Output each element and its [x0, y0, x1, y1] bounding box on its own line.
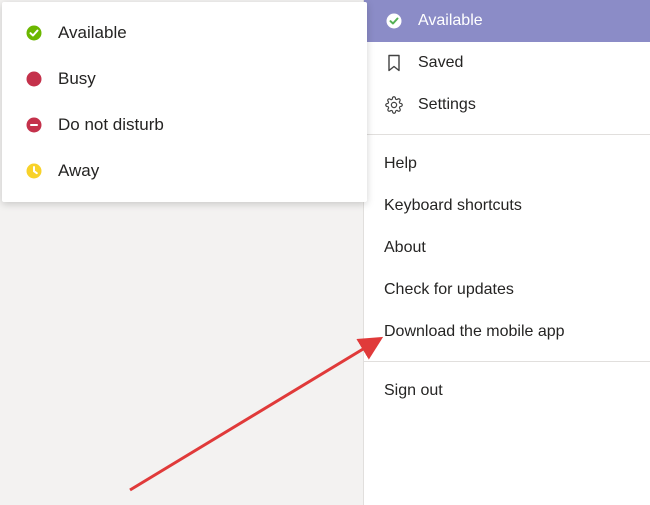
menu-item-status-available[interactable]: Available [364, 0, 650, 42]
status-item-busy[interactable]: Busy [2, 56, 367, 102]
menu-item-label: Sign out [384, 382, 443, 400]
bookmark-icon [384, 53, 404, 73]
menu-item-help[interactable]: Help [364, 143, 650, 185]
gear-icon [384, 95, 404, 115]
menu-item-settings[interactable]: Settings [364, 84, 650, 126]
status-item-label: Away [58, 161, 99, 181]
status-item-dnd[interactable]: Do not disturb [2, 102, 367, 148]
menu-item-keyboard-shortcuts[interactable]: Keyboard shortcuts [364, 185, 650, 227]
menu-item-saved[interactable]: Saved [364, 42, 650, 84]
menu-item-label: Keyboard shortcuts [384, 197, 522, 215]
divider [364, 134, 650, 135]
menu-item-label: About [384, 239, 426, 257]
menu-item-about[interactable]: About [364, 227, 650, 269]
annotation-arrow [120, 310, 400, 500]
status-popup: Available Busy Do not disturb Away [2, 2, 367, 202]
available-icon [384, 11, 404, 31]
menu-item-label: Saved [418, 54, 463, 72]
available-icon [24, 23, 44, 43]
menu-item-label: Check for updates [384, 281, 514, 299]
menu-item-sign-out[interactable]: Sign out [364, 370, 650, 412]
status-item-label: Busy [58, 69, 96, 89]
menu-item-download-app[interactable]: Download the mobile app [364, 311, 650, 353]
menu-item-check-updates[interactable]: Check for updates [364, 269, 650, 311]
away-icon [24, 161, 44, 181]
dnd-icon [24, 115, 44, 135]
status-item-label: Available [58, 23, 127, 43]
menu-item-label: Download the mobile app [384, 323, 565, 341]
menu-item-label: Settings [418, 96, 476, 114]
status-item-label: Do not disturb [58, 115, 164, 135]
status-item-available[interactable]: Available [2, 10, 367, 56]
menu-item-label: Help [384, 155, 417, 173]
status-item-away[interactable]: Away [2, 148, 367, 194]
menu-item-label: Available [418, 12, 483, 30]
busy-icon [24, 69, 44, 89]
divider [364, 361, 650, 362]
profile-menu-panel: Available Saved Settings Help Keyboard s… [363, 0, 650, 505]
